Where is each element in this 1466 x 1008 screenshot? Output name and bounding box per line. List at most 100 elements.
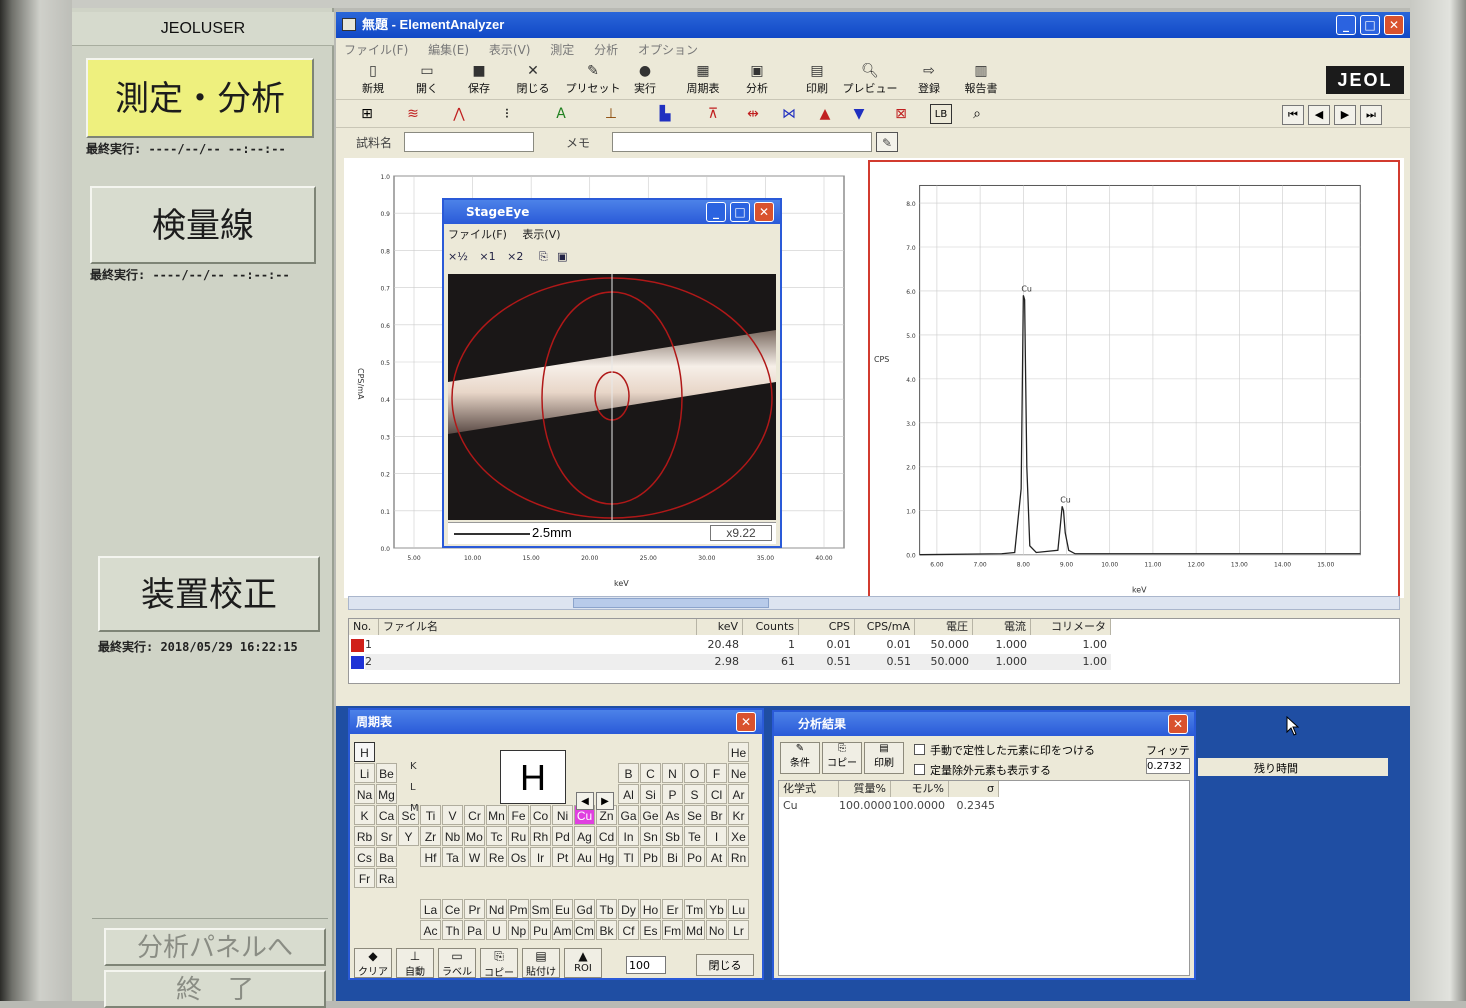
element-Os[interactable]: Os: [508, 847, 529, 867]
element-S[interactable]: S: [684, 784, 705, 804]
element-V[interactable]: V: [442, 805, 463, 825]
periodic-btn-4[interactable]: ▤ 貼付け: [522, 948, 560, 978]
element-Sm[interactable]: Sm: [530, 899, 551, 919]
periodic-btn-5[interactable]: ▲ ROI: [564, 948, 602, 978]
zoom-1x-button[interactable]: ×1: [479, 250, 495, 263]
element-Pd[interactable]: Pd: [552, 826, 573, 846]
element-Np[interactable]: Np: [508, 920, 529, 940]
analysis-close-icon[interactable]: ✕: [1168, 714, 1188, 734]
element-At[interactable]: At: [706, 847, 727, 867]
element-Pu[interactable]: Pu: [530, 920, 551, 940]
element-Ra[interactable]: Ra: [376, 868, 397, 888]
menu-options[interactable]: オプション: [630, 38, 706, 61]
next-icon[interactable]: ▶: [1334, 105, 1356, 125]
element-Dy[interactable]: Dy: [618, 899, 639, 919]
element-Nd[interactable]: Nd: [486, 899, 507, 919]
element-Fm[interactable]: Fm: [662, 920, 683, 940]
element-Sb[interactable]: Sb: [662, 826, 683, 846]
element-Cs[interactable]: Cs: [354, 847, 375, 867]
element-Am[interactable]: Am: [552, 920, 573, 940]
element-Tb[interactable]: Tb: [596, 899, 617, 919]
device-calibration-button[interactable]: 装置校正: [98, 556, 320, 632]
element-Mg[interactable]: Mg: [376, 784, 397, 804]
element-Rb[interactable]: Rb: [354, 826, 375, 846]
maximize-icon[interactable]: □: [1360, 15, 1380, 35]
periodic-btn-3[interactable]: ⎘ コピー: [480, 948, 518, 979]
stageeye-maximize-icon[interactable]: □: [730, 202, 750, 222]
stageeye-menu-view[interactable]: 表示(V): [522, 228, 560, 241]
element-Co[interactable]: Co: [530, 805, 551, 825]
zoom-icon[interactable]: ⌕: [966, 104, 988, 124]
element-Cl[interactable]: Cl: [706, 784, 727, 804]
element-Br[interactable]: Br: [706, 805, 727, 825]
element-Ce[interactable]: Ce: [442, 899, 463, 919]
element-Ne[interactable]: Ne: [728, 763, 749, 783]
periodic-btn-2[interactable]: ▭ ラベル: [438, 948, 476, 978]
edit-memo-icon[interactable]: ✎: [876, 132, 898, 152]
element-Ru[interactable]: Ru: [508, 826, 529, 846]
element-Ag[interactable]: Ag: [574, 826, 595, 846]
baseline-icon[interactable]: ⊥: [600, 104, 622, 124]
expand-h-icon[interactable]: ⋈: [778, 104, 800, 124]
element-Rn[interactable]: Rn: [728, 847, 749, 867]
element-K[interactable]: K: [354, 805, 375, 825]
element-Y[interactable]: Y: [398, 826, 419, 846]
analyze-button[interactable]: ▣ 分析: [732, 62, 782, 98]
element-Ar[interactable]: Ar: [728, 784, 749, 804]
menu-measure[interactable]: 測定: [542, 38, 582, 61]
stageeye-minimize-icon[interactable]: _: [706, 202, 726, 222]
shrink-v-icon[interactable]: ▼: [848, 104, 870, 124]
menu-edit[interactable]: 編集(E): [420, 38, 477, 61]
element-Mn[interactable]: Mn: [486, 805, 507, 825]
element-N[interactable]: N: [662, 763, 683, 783]
element-C[interactable]: C: [640, 763, 661, 783]
element-Pm[interactable]: Pm: [508, 899, 529, 919]
menu-file[interactable]: ファイル(F): [336, 38, 416, 61]
element-Tl[interactable]: Tl: [618, 847, 639, 867]
exit-button[interactable]: 終 了: [104, 970, 326, 1008]
element-Er[interactable]: Er: [662, 899, 683, 919]
first-icon[interactable]: ⏮: [1282, 105, 1304, 125]
bar-chart-icon[interactable]: ▙: [654, 104, 676, 124]
copy-icon[interactable]: ⎘: [539, 250, 548, 263]
lb-icon[interactable]: LB: [930, 104, 952, 124]
element-Zr[interactable]: Zr: [420, 826, 441, 846]
preset-button[interactable]: ✎ プリセット: [564, 62, 622, 98]
save-button[interactable]: ■ 保存: [454, 62, 504, 98]
element-Na[interactable]: Na: [354, 784, 375, 804]
spectrum-right[interactable]: 0.0 1.0 2.0 3.0 4.0 5.0 6.0 7.0 8.0 6.00 7.00 8.00…: [868, 160, 1400, 600]
periodic-btn-1[interactable]: ⊥ 自動: [396, 948, 434, 978]
element-Pr[interactable]: Pr: [464, 899, 485, 919]
roi-input[interactable]: 100: [626, 956, 666, 974]
analysis-print-button[interactable]: ▤ 印刷: [864, 742, 904, 774]
element-Fr[interactable]: Fr: [354, 868, 375, 888]
element-Ni[interactable]: Ni: [552, 805, 573, 825]
new-button[interactable]: ▯ 新規: [348, 62, 398, 98]
element-Th[interactable]: Th: [442, 920, 463, 940]
element-Xe[interactable]: Xe: [728, 826, 749, 846]
element-W[interactable]: W: [464, 847, 485, 867]
print-button[interactable]: ▤ 印刷: [792, 62, 842, 98]
element-Eu[interactable]: Eu: [552, 899, 573, 919]
element-Cr[interactable]: Cr: [464, 805, 485, 825]
element-F[interactable]: F: [706, 763, 727, 783]
save-image-icon[interactable]: ▣: [557, 250, 567, 263]
element-I[interactable]: I: [706, 826, 727, 846]
element-Cd[interactable]: Cd: [596, 826, 617, 846]
element-No[interactable]: No: [706, 920, 727, 940]
zoom-2x-button[interactable]: ×2: [507, 250, 523, 263]
element-As[interactable]: As: [662, 805, 683, 825]
element-Kr[interactable]: Kr: [728, 805, 749, 825]
element-Ge[interactable]: Ge: [640, 805, 661, 825]
element-Ir[interactable]: Ir: [530, 847, 551, 867]
element-Ac[interactable]: Ac: [420, 920, 441, 940]
analysis-panel-button[interactable]: 分析パネルへ: [104, 928, 326, 966]
element-P[interactable]: P: [662, 784, 683, 804]
element-Si[interactable]: Si: [640, 784, 661, 804]
excluded-show-checkbox[interactable]: [914, 764, 925, 775]
shrink-h-icon[interactable]: ⇹: [742, 104, 764, 124]
element-Ga[interactable]: Ga: [618, 805, 639, 825]
element-He[interactable]: He: [728, 742, 749, 762]
element-Mo[interactable]: Mo: [464, 826, 485, 846]
element-Ti[interactable]: Ti: [420, 805, 441, 825]
